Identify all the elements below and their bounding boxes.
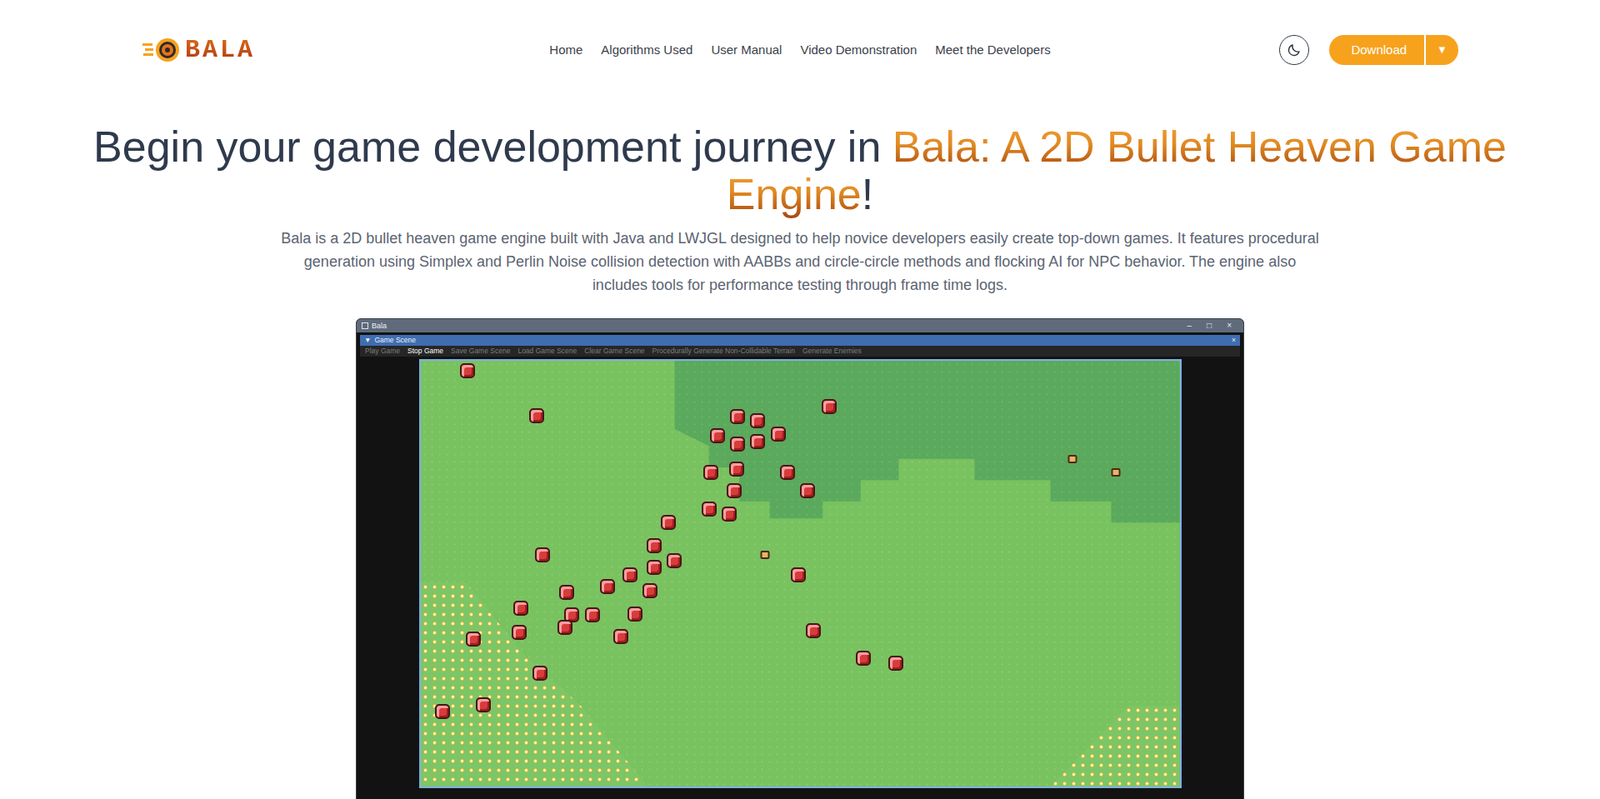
enemy-sprite	[729, 461, 745, 477]
enemy-sprite	[557, 620, 573, 635]
header-bar: BALA HomeAlgorithms UsedUser ManualVideo…	[128, 35, 1472, 65]
enemy-sprite	[770, 426, 786, 442]
window-title-area: Bala	[361, 320, 387, 333]
menu-item[interactable]: Stop Game	[407, 345, 444, 357]
enemy-sprite	[780, 465, 795, 480]
hero-title: Begin your game development journey inBa…	[83, 123, 1517, 219]
maximize-button[interactable]: □	[1206, 319, 1212, 333]
app-window: Bala –□ × ▼Game Scene × Play Game Stop Game Sav…	[355, 318, 1245, 799]
game-viewport[interactable]	[419, 359, 1182, 789]
nav-link[interactable]: Video Demonstration	[791, 35, 925, 65]
download-button[interactable]: Download	[1329, 35, 1425, 65]
enemy-sprite	[730, 409, 745, 425]
enemy-sprite	[701, 501, 717, 517]
enemy-sprite	[529, 408, 545, 424]
hero-description: Bala is a 2D bullet heaven game engine b…	[275, 226, 1325, 297]
crate-sprite	[760, 550, 770, 560]
nav-link[interactable]: Meet the Developers	[926, 35, 1059, 65]
crate-sprite	[1110, 468, 1120, 477]
game-stage	[360, 356, 1240, 799]
menu-item[interactable]: Play Game	[365, 345, 400, 357]
enemy-sprite	[721, 506, 737, 522]
window-titlebar: Bala –□ ×	[356, 319, 1244, 333]
minimize-button[interactable]: –	[1187, 319, 1193, 333]
enemy-sprite	[703, 465, 719, 480]
logo-link[interactable]: BALA	[141, 35, 255, 65]
enemy-sprite	[750, 413, 765, 429]
enemy-sprite	[666, 553, 682, 569]
hero: Begin your game development journey in Ba…	[0, 123, 1600, 799]
enemy-sprite	[821, 399, 837, 415]
window-title: Bala	[371, 320, 387, 333]
window-controls: –□ ×	[1187, 319, 1239, 333]
main-nav: HomeAlgorithms UsedUser ManualVideo Demo…	[540, 35, 1059, 65]
flower-patch	[420, 582, 649, 787]
theme-toggle[interactable]	[1279, 35, 1310, 65]
enemy-sprite	[642, 583, 658, 599]
download-group: Download▼	[1329, 35, 1459, 65]
enemy-sprite	[622, 567, 638, 583]
enemy-sprite	[511, 625, 527, 640]
crate-sprite	[1068, 455, 1078, 464]
enemy-sprite	[888, 655, 904, 671]
close-button[interactable]: ×	[1226, 319, 1232, 333]
title-start: Begin your game development journey in	[93, 122, 881, 171]
enemy-sprite	[460, 363, 475, 379]
enemy-sprite	[646, 560, 662, 575]
enemy-sprite	[465, 631, 481, 647]
enemy-sprite	[613, 629, 629, 645]
enemy-sprite	[475, 697, 491, 713]
enemy-sprite	[800, 483, 815, 499]
panel-title: Game Scene	[374, 335, 416, 346]
enemy-sprite	[646, 538, 662, 554]
panel-header-left: ▼Game Scene	[364, 335, 416, 346]
menu-item[interactable]: Clear Game Scene	[584, 345, 645, 357]
enemy-sprite	[855, 650, 871, 666]
enemy-sprite	[805, 623, 821, 639]
menu-item[interactable]: Procedurally Generate Non-Collidable Ter…	[652, 345, 795, 357]
enemy-sprite	[532, 665, 548, 681]
menu-item[interactable]: Save Game Scene	[450, 345, 510, 357]
moon-icon	[1286, 42, 1302, 58]
panel-collapse[interactable]: ▼	[364, 335, 371, 346]
panel-header: ▼Game Scene ×	[360, 335, 1240, 346]
enemy-sprite	[710, 428, 725, 444]
logo-gear-icon	[141, 35, 182, 65]
logo-area: BALA	[141, 35, 359, 65]
panel-close[interactable]: ×	[1231, 335, 1236, 346]
enemy-sprite	[627, 606, 643, 622]
nav-link[interactable]: User Manual	[702, 35, 790, 65]
window-app-icon	[361, 322, 369, 330]
site-header: BALA HomeAlgorithms UsedUser ManualVideo…	[0, 0, 1600, 85]
enemy-sprite	[600, 579, 615, 595]
menu-item[interactable]: Load Game Scene	[517, 345, 577, 357]
header-actions: Download▼	[1241, 35, 1459, 65]
flower-patch	[1050, 705, 1180, 787]
enemy-sprite	[730, 436, 745, 452]
enemy-sprite	[435, 704, 450, 720]
download-caret[interactable]: ▼	[1424, 35, 1459, 65]
enemy-sprite	[535, 547, 550, 563]
enemy-sprite	[750, 434, 765, 450]
title-end: !	[861, 170, 874, 219]
enemy-sprite	[790, 567, 806, 583]
menu-item[interactable]: Generate Enemies	[802, 345, 862, 357]
window-body: ▼Game Scene × Play Game Stop Game Save Game …	[356, 332, 1244, 799]
nav-link[interactable]: Algorithms Used	[592, 35, 701, 65]
app-preview: Bala –□ × ▼Game Scene × Play Game Stop Game Sav…	[0, 318, 1600, 799]
enemy-sprite	[660, 515, 676, 530]
scene-menu: Play Game Stop Game Save Game Scene Load Ga…	[360, 345, 1240, 357]
enemy-sprite	[585, 607, 600, 623]
nav-link[interactable]: Home	[540, 35, 591, 65]
enemy-sprite	[559, 585, 575, 600]
enemy-sprite	[726, 483, 742, 499]
logo-text: BALA	[185, 35, 255, 65]
enemy-sprite	[513, 600, 529, 616]
